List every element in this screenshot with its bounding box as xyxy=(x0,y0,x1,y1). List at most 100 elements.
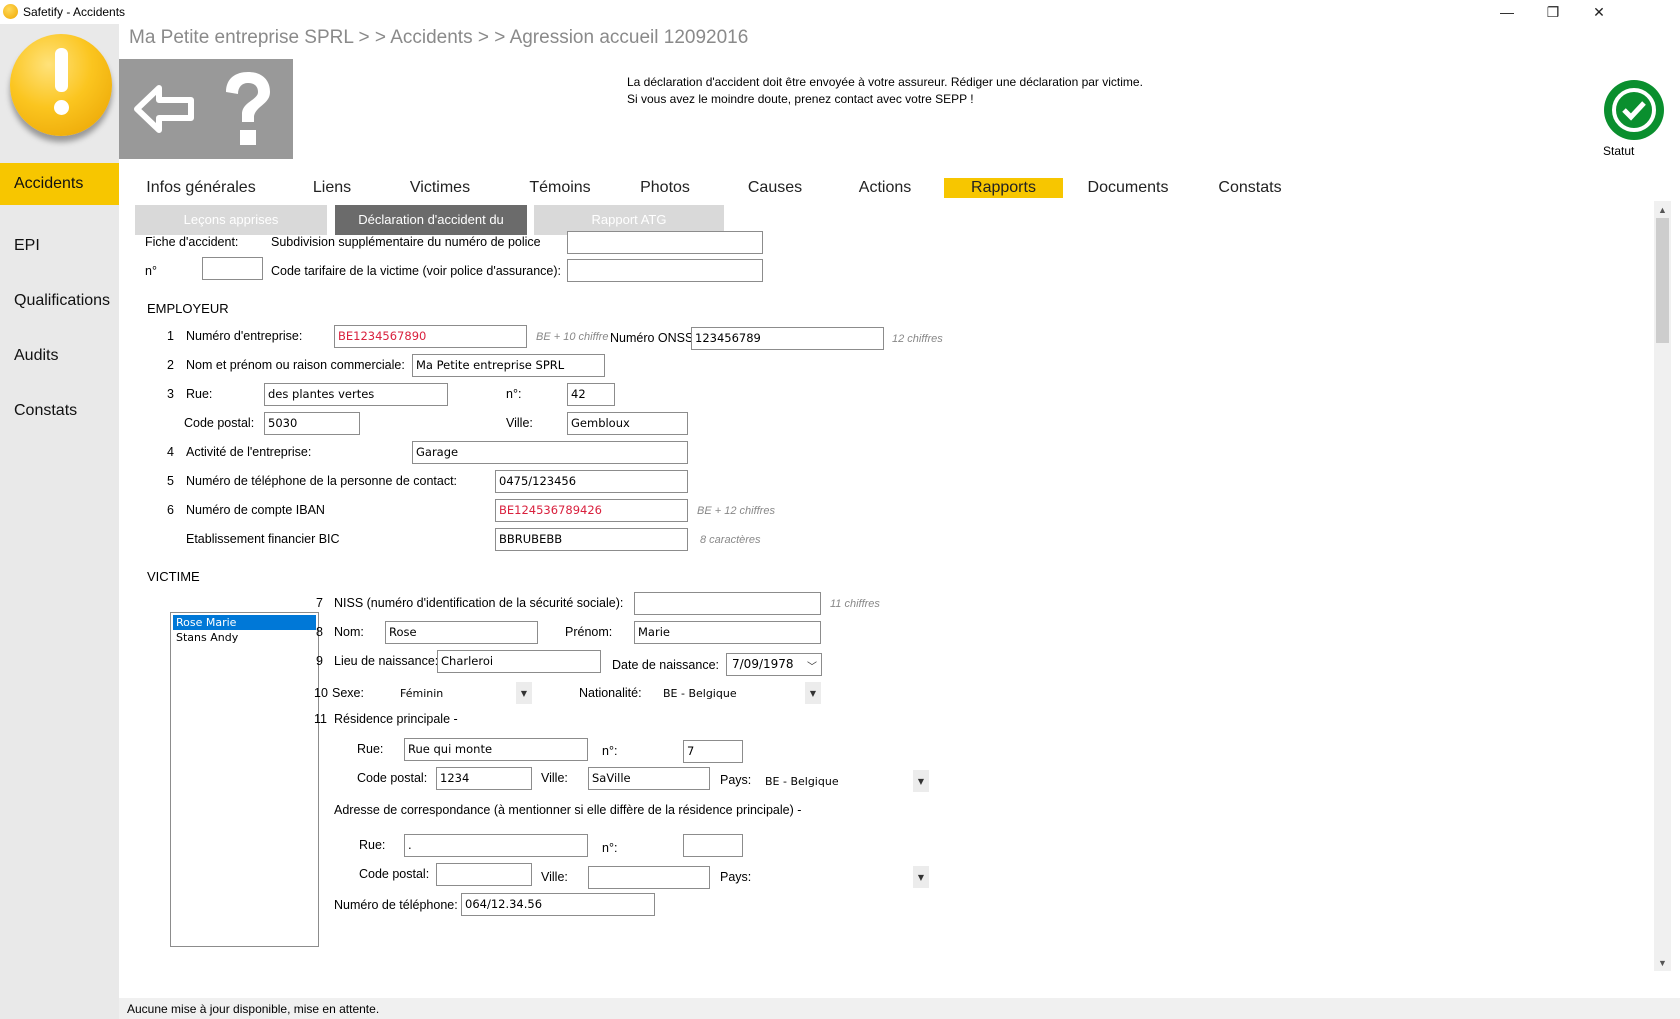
code-tarifaire-label: Code tarifaire de la victime (voir polic… xyxy=(271,264,562,278)
correspondance-ville-input[interactable] xyxy=(588,866,710,889)
field-number: 7 xyxy=(316,596,323,610)
tab-temoins[interactable]: Témoins xyxy=(520,178,600,198)
tab-liens[interactable]: Liens xyxy=(302,178,362,198)
victim-list[interactable]: Rose Marie Stans Andy xyxy=(170,612,319,947)
app-logo-icon xyxy=(3,4,18,19)
tab-victimes[interactable]: Victimes xyxy=(400,178,480,198)
field-number: 1 xyxy=(167,329,174,343)
tab-rapports[interactable]: Rapports xyxy=(944,178,1063,198)
restore-button[interactable]: ❐ xyxy=(1530,0,1576,24)
iban-label: Numéro de compte IBAN xyxy=(186,503,325,517)
residence-ville-label: Ville: xyxy=(541,771,568,785)
iban-input[interactable]: BE124536789426 xyxy=(495,499,688,522)
residence-ville-input[interactable]: SaVille xyxy=(588,767,710,790)
residence-numero-input[interactable]: 7 xyxy=(683,740,743,763)
residence-pays-select[interactable]: BE - Belgique ▼ xyxy=(765,770,929,792)
employeur-ville-input[interactable]: Gembloux xyxy=(567,412,688,435)
employeur-numero-input[interactable]: 42 xyxy=(567,383,615,406)
logo-exclamation-bar xyxy=(55,48,68,92)
tab-constats[interactable]: Constats xyxy=(1212,178,1288,198)
correspondance-rue-input[interactable]: . xyxy=(404,834,588,857)
check-circle-icon xyxy=(1612,88,1656,132)
window-title: Safetify - Accidents xyxy=(23,5,126,19)
lieu-naissance-input[interactable]: Charleroi xyxy=(437,650,601,673)
date-naissance-label: Date de naissance: xyxy=(612,658,720,672)
field-number: 9 xyxy=(316,654,323,668)
code-tarifaire-input[interactable] xyxy=(567,259,763,282)
tab-documents[interactable]: Documents xyxy=(1082,178,1174,198)
subdivision-input[interactable] xyxy=(567,231,763,254)
sidebar-item-accidents[interactable]: Accidents xyxy=(0,163,119,205)
back-arrow-icon xyxy=(134,85,194,133)
victime-nom-input[interactable]: Rose xyxy=(385,621,538,644)
vertical-scrollbar[interactable]: ▲ ▼ xyxy=(1654,201,1671,971)
victime-telephone-input[interactable]: 064/12.34.56 xyxy=(461,893,655,916)
numero-entreprise-label: Numéro d'entreprise: xyxy=(186,329,303,343)
fiche-number-input[interactable] xyxy=(202,257,263,280)
activite-label: Activité de l'entreprise: xyxy=(186,445,312,459)
date-naissance-picker[interactable]: 7/09/1978 ﹀ xyxy=(726,653,822,676)
employeur-rue-input[interactable]: des plantes vertes xyxy=(264,383,448,406)
lieu-naissance-label: Lieu de naissance: xyxy=(334,654,439,668)
correspondance-pays-select[interactable]: ▼ xyxy=(765,866,929,888)
tab-actions[interactable]: Actions xyxy=(850,178,920,198)
victime-prenom-input[interactable]: Marie xyxy=(634,621,821,644)
activite-input[interactable]: Garage xyxy=(412,441,688,464)
numero-entreprise-input[interactable]: BE1234567890 xyxy=(334,325,527,348)
sidebar-item-qualifications[interactable]: Qualifications xyxy=(0,273,119,328)
field-number: 3 xyxy=(167,387,174,401)
raison-commerciale-input[interactable]: Ma Petite entreprise SPRL xyxy=(412,354,605,377)
tab-infos-generales[interactable]: Infos générales xyxy=(142,178,260,198)
residence-label: Résidence principale - xyxy=(334,712,458,726)
tab-photos[interactable]: Photos xyxy=(630,178,700,198)
numero-entreprise-hint: BE + 10 chiffre xyxy=(536,331,609,343)
residence-cp-input[interactable]: 1234 xyxy=(436,767,532,790)
scroll-down-icon[interactable]: ▼ xyxy=(1654,954,1671,971)
scroll-thumb[interactable] xyxy=(1656,218,1669,343)
onss-input[interactable]: 123456789 xyxy=(691,327,884,350)
subtab-lecons-apprises[interactable]: Leçons apprises xyxy=(135,205,327,235)
sidebar-item-constats[interactable]: Constats xyxy=(0,383,119,438)
dropdown-arrow-icon: ▼ xyxy=(913,770,929,792)
employeur-rue-label: Rue: xyxy=(186,387,213,401)
close-button[interactable]: ✕ xyxy=(1576,0,1622,24)
niss-input[interactable] xyxy=(634,592,821,615)
question-mark-icon xyxy=(226,72,270,145)
status-button[interactable] xyxy=(1604,80,1664,140)
employeur-cp-input[interactable]: 5030 xyxy=(264,412,360,435)
field-number: 10 xyxy=(314,686,328,700)
check-icon xyxy=(1622,101,1646,121)
subdivision-label: Subdivision supplémentaire du numéro de … xyxy=(271,235,541,249)
residence-rue-input[interactable]: Rue qui monte xyxy=(404,738,588,761)
telephone-contact-input[interactable]: 0475/123456 xyxy=(495,470,688,493)
sidebar-item-audits[interactable]: Audits xyxy=(0,328,119,383)
notice-text: La déclaration d'accident doit être envo… xyxy=(627,74,1143,108)
logo-exclamation-dot xyxy=(54,100,69,115)
correspondance-numero-input[interactable] xyxy=(683,834,743,857)
list-item[interactable]: Stans Andy xyxy=(173,630,316,645)
raison-commerciale-label: Nom et prénom ou raison commerciale: xyxy=(186,358,405,372)
scroll-up-icon[interactable]: ▲ xyxy=(1654,201,1671,218)
sidebar-item-epi[interactable]: EPI xyxy=(0,218,119,273)
bic-input[interactable]: BBRUBEBB xyxy=(495,528,688,551)
correspondance-cp-input[interactable] xyxy=(436,863,532,886)
residence-rue-label: Rue: xyxy=(357,742,384,756)
nationalite-select[interactable]: BE - Belgique ▼ xyxy=(663,682,821,704)
field-number: 5 xyxy=(167,474,174,488)
title-bar: Safetify - Accidents — ❐ ✕ xyxy=(0,0,1680,24)
bic-label: Etablissement financier BIC xyxy=(186,532,340,546)
correspondance-rue-label: Rue: xyxy=(359,838,386,852)
help-button[interactable] xyxy=(203,59,293,159)
victime-nom-label: Nom: xyxy=(334,625,364,639)
tab-causes[interactable]: Causes xyxy=(740,178,810,198)
minimize-button[interactable]: — xyxy=(1484,0,1530,24)
notice-line-1: La déclaration d'accident doit être envo… xyxy=(627,75,1143,89)
list-item[interactable]: Rose Marie xyxy=(173,615,316,630)
employeur-ville-label: Ville: xyxy=(506,416,533,430)
field-number: 2 xyxy=(167,358,174,372)
back-button[interactable] xyxy=(119,59,209,159)
sexe-select[interactable]: Féminin ▼ xyxy=(400,682,532,704)
field-number: 8 xyxy=(316,625,323,639)
chevron-down-icon: ﹀ xyxy=(807,662,817,673)
subtab-declaration-accident[interactable]: Déclaration d'accident du xyxy=(335,205,527,235)
